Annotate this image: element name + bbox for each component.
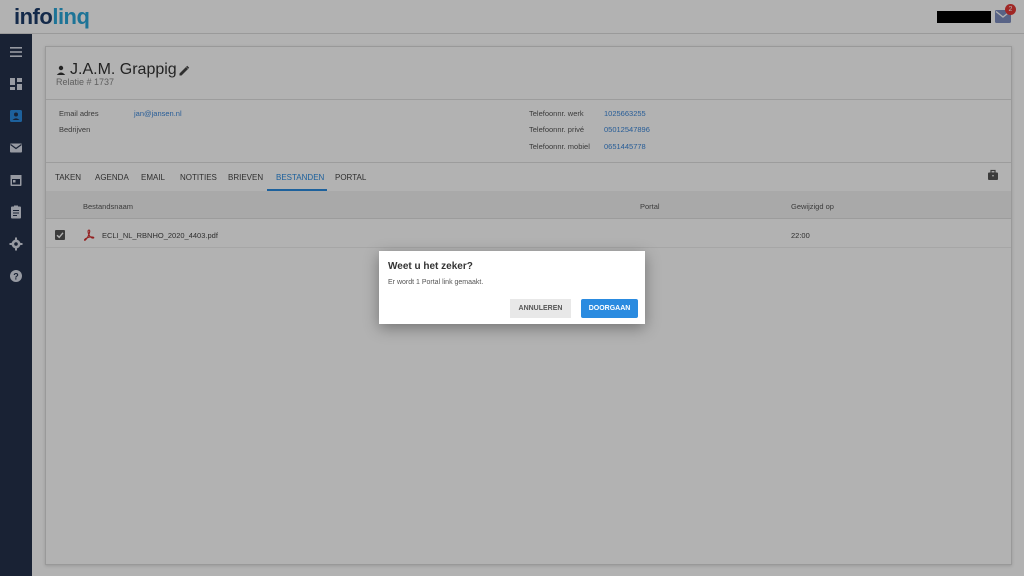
dialog-message: Er wordt 1 Portal link gemaakt. (388, 279, 484, 286)
confirm-button[interactable]: DOORGAAN (581, 299, 638, 318)
cancel-button[interactable]: ANNULEREN (510, 299, 571, 318)
dialog-title: Weet u het zeker? (388, 261, 473, 272)
confirm-dialog: Weet u het zeker? Er wordt 1 Portal link… (379, 251, 645, 324)
